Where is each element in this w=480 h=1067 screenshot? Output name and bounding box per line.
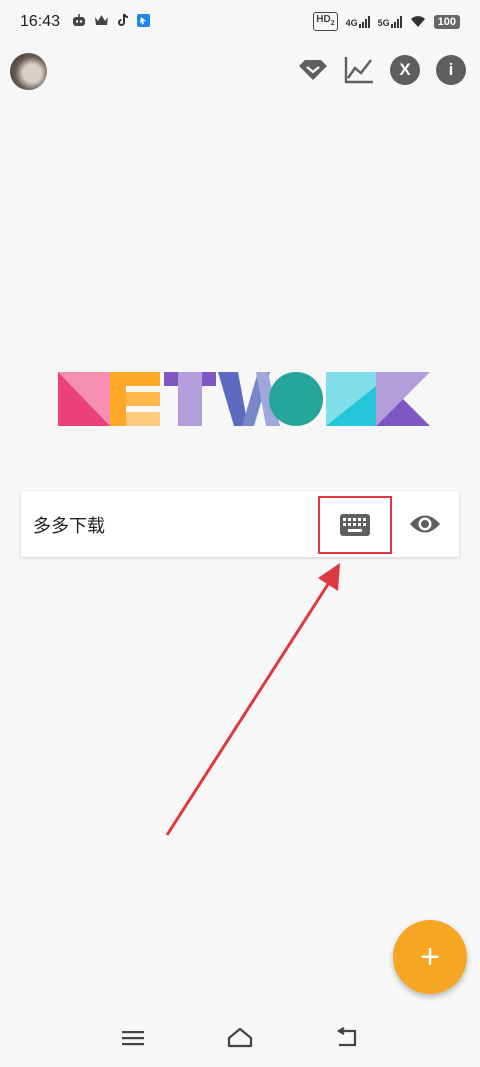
home-icon (227, 1027, 253, 1048)
logo-letter-o (269, 372, 323, 426)
avatar[interactable] (10, 53, 47, 90)
status-right-icons: HD2 4G 5G 100 (313, 12, 460, 31)
network-logo (58, 372, 430, 426)
hd-badge: HD2 (313, 12, 338, 31)
app-icon (137, 13, 150, 27)
crown-icon (95, 14, 108, 25)
logo-letter-k (376, 372, 430, 426)
navigation-bar (0, 1010, 480, 1067)
eye-icon (410, 515, 440, 533)
robot-icon (73, 14, 85, 26)
wifi-icon (410, 16, 425, 27)
tiktok-icon (118, 13, 129, 26)
logo-letter-e (110, 372, 160, 426)
nav-menu-button[interactable] (119, 1024, 147, 1052)
download-item-card[interactable]: 多多下载 (21, 491, 459, 557)
x-circle-icon[interactable]: X (390, 55, 420, 85)
chart-icon[interactable] (344, 55, 374, 85)
signal-5g: 5G (378, 15, 402, 28)
battery-indicator: 100 (433, 14, 460, 29)
info-icon[interactable]: i (436, 55, 466, 85)
signal-4g: 4G (346, 15, 370, 28)
status-bar: 16:43 HD2 4G 5G 100 (0, 0, 480, 44)
nav-home-button[interactable] (226, 1024, 254, 1052)
eye-button[interactable] (407, 507, 443, 541)
status-left-icons (72, 13, 150, 27)
logo-letter-t (164, 372, 216, 426)
keyboard-icon (340, 514, 370, 536)
back-icon (336, 1027, 357, 1047)
vip-diamond-icon[interactable] (298, 55, 328, 85)
toolbar: X i (298, 55, 466, 85)
item-title: 多多下载 (33, 516, 105, 537)
menu-icon (122, 1031, 144, 1046)
nav-back-button[interactable] (333, 1024, 361, 1052)
add-button[interactable]: + (393, 920, 467, 994)
status-time: 16:43 (20, 13, 61, 30)
keyboard-button[interactable] (318, 496, 392, 554)
logo-letter-n (58, 372, 110, 426)
logo-letter-r (326, 372, 376, 426)
